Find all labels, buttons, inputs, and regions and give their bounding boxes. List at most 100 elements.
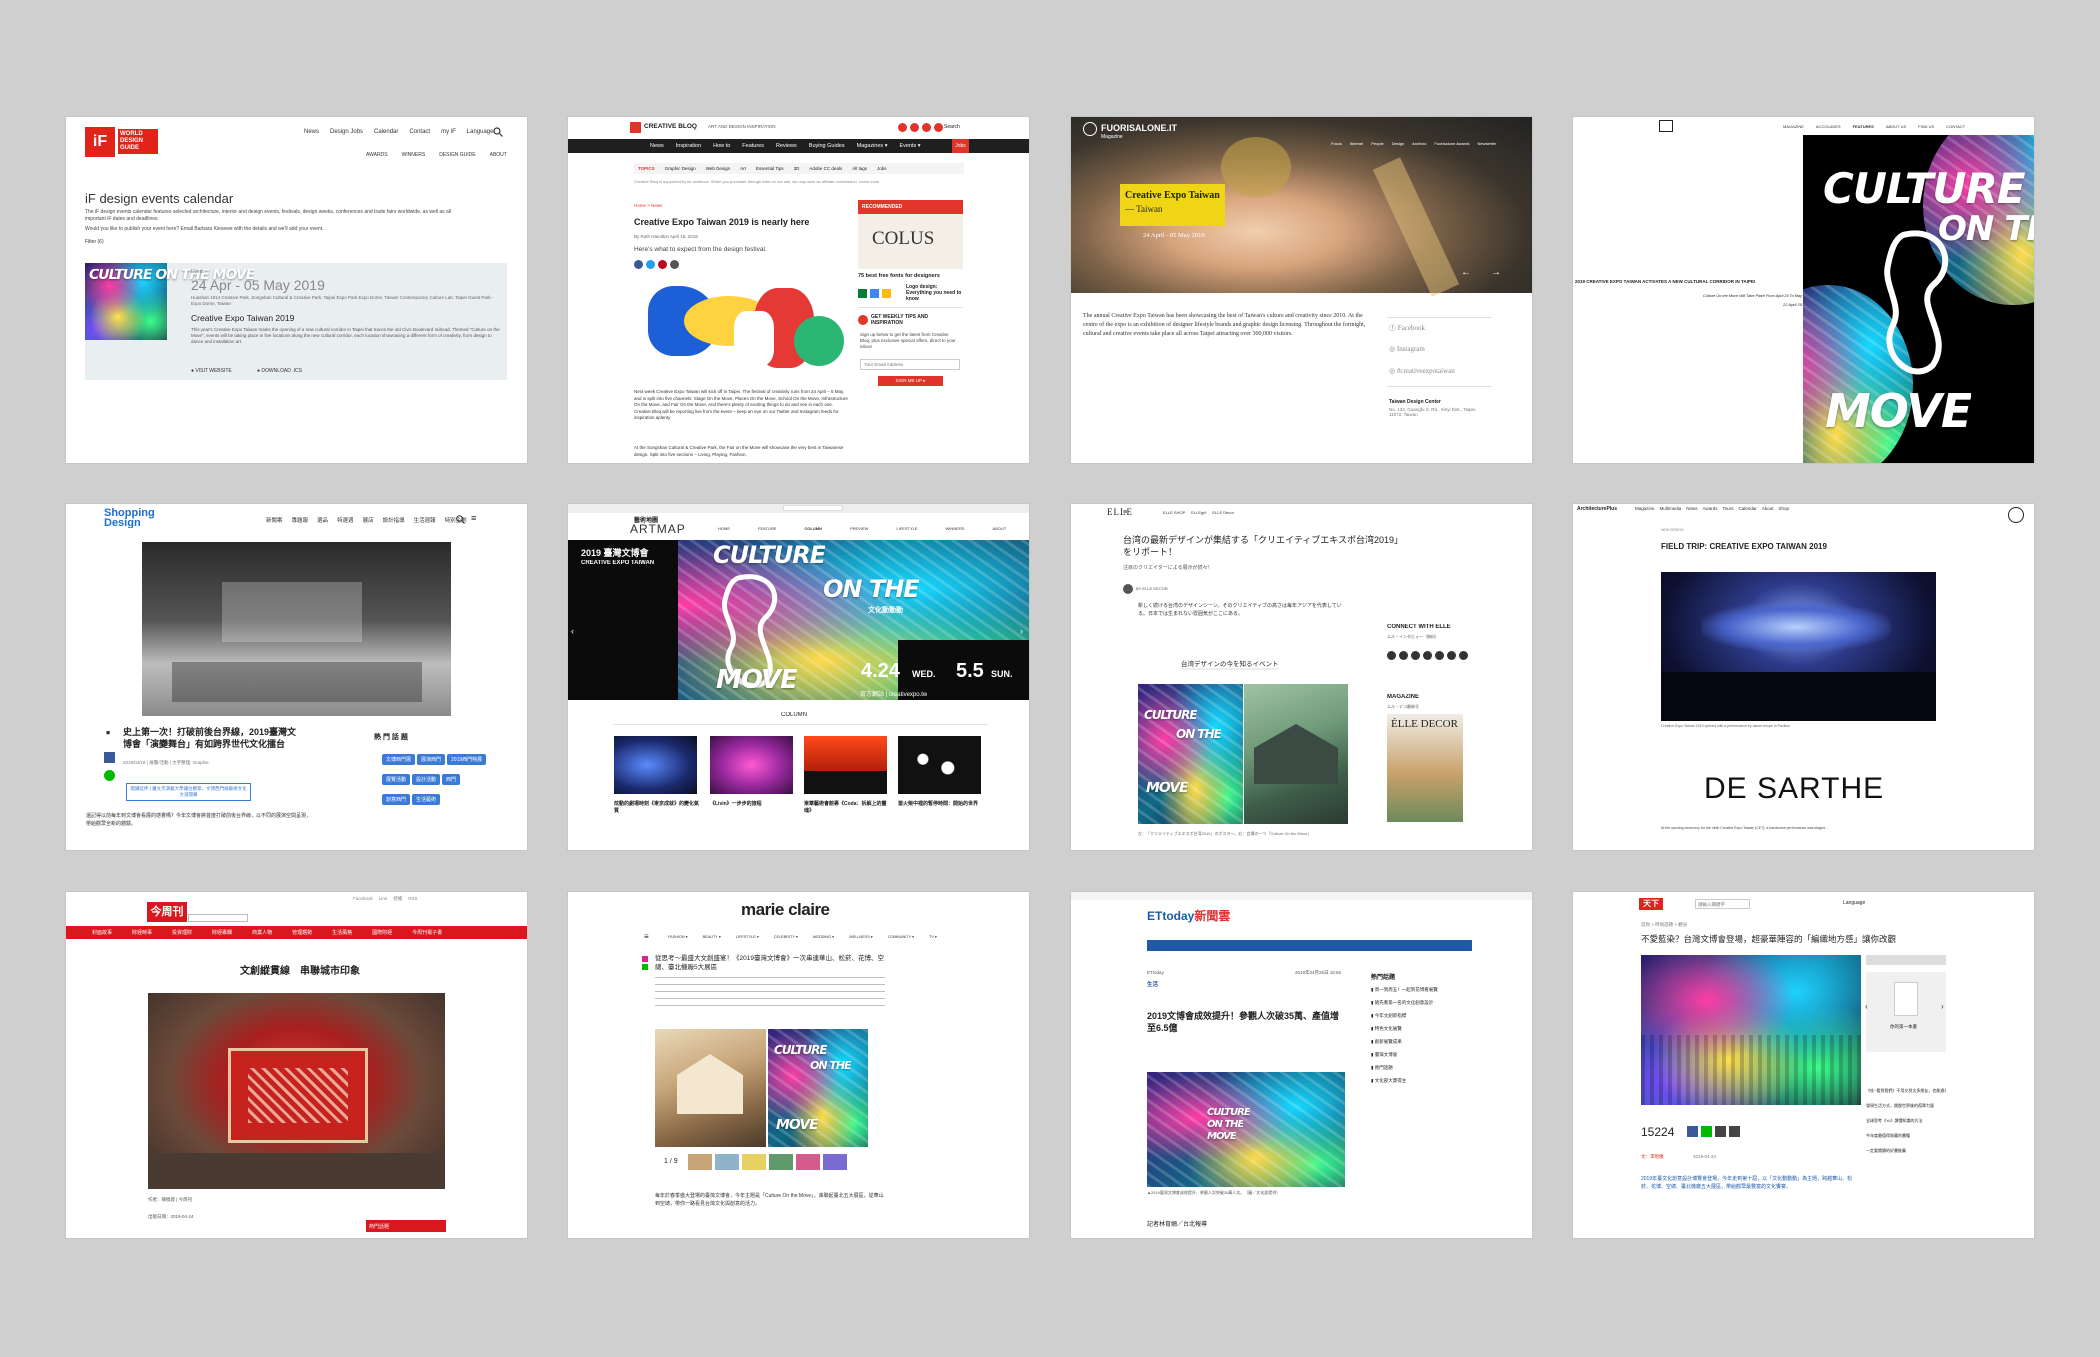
event-title[interactable]: Creative Expo Taiwan 2019 [191,313,294,323]
search-icon[interactable] [456,515,465,524]
ap-nav-magazine[interactable]: Magazine [1635,506,1655,511]
sd-nav-4[interactable]: 特選週 [337,516,354,524]
gallery-pager[interactable]: 1 / 9 [664,1158,678,1165]
side-list-item-2[interactable]: 發現生活方式，跳脫世界後的孤單力量 [1866,1103,1946,1109]
tag-3[interactable]: 2019西門特展 [447,754,487,765]
related-link-box[interactable]: 閱讀延伸 | 蕭文杰演藝大學讓位觀眾，文博西門展藝術文化大道開幕 [126,783,251,801]
shopping-design-logo[interactable]: Shopping Design [104,508,155,528]
jrx-license-link[interactable]: 授權 [393,896,402,902]
elle-mail-icon[interactable] [1459,651,1468,660]
mc-nav-wellness[interactable]: WELLNESS ▾ [849,934,873,939]
hot-item-2[interactable]: ▮ 搶先看第一名的文化創意設計 [1371,1000,1471,1006]
artmap-nav-winners[interactable]: WINNERS [946,526,965,531]
nav-news[interactable]: News [650,143,664,149]
jrx-nav-1[interactable]: 封面故事 [92,929,112,936]
banner-site[interactable]: 官方網站 | creativexpo.tw [860,689,927,698]
fs-nav-awards[interactable]: Fuorisalone Awards [1434,141,1469,146]
elle-line-icon[interactable] [1447,651,1456,660]
elle-logo[interactable]: ELLE [1107,507,1133,517]
column-thumb-4[interactable] [898,736,981,794]
next-arrow-icon[interactable]: → [1491,267,1501,278]
menu-icon[interactable]: ≡ [644,932,649,941]
facebook-link[interactable]: ⓕ Facebook [1389,323,1425,333]
pinterest-icon[interactable] [922,123,931,132]
column-caption-2[interactable]: 《Livin》一步步的旅程 [710,800,795,807]
sd-nav-7[interactable]: 生活週報 [414,516,436,524]
side-list-item-1[interactable]: 《哇~看到我們》不用交到太多朋友，也能過得好 [1866,1088,1946,1094]
artmap-banner[interactable]: 2019 臺灣文博會 CREATIVE EXPO TAIWAN CULTURE … [568,540,1029,700]
if-nav-design-jobs[interactable]: Design Jobs [330,129,363,135]
promo-prev-icon[interactable]: ‹ [1865,1002,1868,1011]
side-list-item-4[interactable]: 今年度最值得收藏的書籍 [1866,1133,1946,1139]
jrx-facebook-link[interactable]: Facebook [353,896,373,902]
elle-twitter-icon[interactable] [1399,651,1408,660]
ap-logo[interactable]: ArchitecturePlus [1577,506,1617,512]
feature-nav-contact[interactable]: CONTACT [1946,124,1965,129]
breadcrumb[interactable]: Home > News [634,203,662,208]
topic-web-design[interactable]: Web Design [706,166,730,171]
column-caption-4[interactable]: 當火柴中裡的暫停時間：開始的世界 [898,800,983,807]
cw-logo[interactable]: 天下 [1639,898,1663,910]
feature-nav-features[interactable]: FEATURES [1853,124,1874,129]
gallery-thumb-5[interactable] [796,1154,820,1170]
hot-item-3[interactable]: ▮ 今年文創新指標 [1371,1013,1471,1019]
banner-next-icon[interactable]: › [1020,626,1023,636]
tag-5[interactable]: 設計活動 [412,774,441,785]
nav-features[interactable]: Features [742,143,764,149]
mc-nav-beauty[interactable]: BEAUTY ▾ [703,934,721,939]
mc-nav-fashion[interactable]: FASHION ▾ [668,934,688,939]
tag-8[interactable]: 生活藝術 [412,794,441,805]
if-nav-language[interactable]: Language [467,129,494,135]
feature-nav-find-us[interactable]: FIND US [1918,124,1934,129]
elle-nav-girl[interactable]: ELLEgirl [1191,510,1206,515]
gallery-thumb-6[interactable] [823,1154,847,1170]
topic-art[interactable]: Art [740,166,746,171]
gallery-thumb-3[interactable] [742,1154,766,1170]
feature-nav-accolades[interactable]: ACCOLADES [1816,124,1841,129]
mc-nav-tv[interactable]: TV ▾ [929,934,937,939]
if-nav-calendar[interactable]: Calendar [374,129,398,135]
jrx-nav-8[interactable]: 國際財經 [372,929,392,936]
topic-jobs[interactable]: Jobs [877,166,887,171]
column-thumb-3[interactable] [804,736,887,794]
if-logo[interactable]: iF [85,127,115,157]
fs-nav-people[interactable]: People [1371,141,1383,146]
sd-nav-3[interactable]: 選品 [317,516,328,524]
search-button[interactable]: Search [944,124,960,130]
elle-nav-decor[interactable]: ELLE Décor [1212,510,1234,515]
if-subnav-about[interactable]: ABOUT [490,152,507,158]
menu-icon[interactable]: ≡ [471,513,476,523]
download-ics-button[interactable]: ● DOWNLOAD .ICS [257,368,302,374]
nav-magazines[interactable]: Magazines ▾ [857,143,888,149]
artmap-nav-lifestyle[interactable]: LIFESTYLE [896,526,917,531]
share-facebook-icon[interactable] [634,260,643,269]
elle-facebook-icon[interactable] [1387,651,1396,660]
instagram-link[interactable]: ◎ Instagram [1389,345,1425,353]
hot-item-7[interactable]: ▮ 熱門話題 [1371,1065,1471,1071]
mc-nav-lifestyle[interactable]: LIFESTYLE ▾ [736,934,759,939]
creative-bloq-logo[interactable]: CREATIVE BLOQ [644,123,697,130]
language-selector[interactable]: Language [1843,900,1865,906]
fs-nav-archivio[interactable]: Archivio [1412,141,1426,146]
newsletter-email-input[interactable] [860,359,960,370]
fs-nav-itinerari[interactable]: Itinerari [1350,141,1363,146]
nav-inspiration[interactable]: Inspiration [676,143,701,149]
elle-nav-shop[interactable]: ELLE SHOP [1163,510,1185,515]
recommended-caption[interactable]: 75 best free fonts for designers [858,273,940,279]
mc-nav-community[interactable]: COMMUNITY ▾ [888,934,914,939]
artmap-logo[interactable]: ARTMAP [630,522,686,536]
jrx-rss-link[interactable]: RSS [408,896,417,902]
share-line-icon[interactable] [642,964,648,970]
section-label[interactable]: 生活 [1147,980,1158,988]
banner-prev-icon[interactable]: ‹ [571,626,574,636]
artmap-nav-feature[interactable]: FEATURE [758,526,776,531]
share-facebook-icon[interactable] [1687,1126,1698,1137]
jrx-line-link[interactable]: Line [379,896,388,902]
share-print-icon[interactable] [1729,1126,1740,1137]
filter-button[interactable]: Filter (6) [85,239,104,245]
mc-nav-wedding[interactable]: WEDDING ▾ [813,934,834,939]
hashtag-link[interactable]: ◎ #creativeexpotaiwan [1389,367,1455,375]
feature-nav-magazine[interactable]: MAGAZINE [1783,124,1804,129]
jrx-logo[interactable]: 今周刊 [147,902,187,922]
tag-2[interactable]: 展演西門 [417,754,446,765]
